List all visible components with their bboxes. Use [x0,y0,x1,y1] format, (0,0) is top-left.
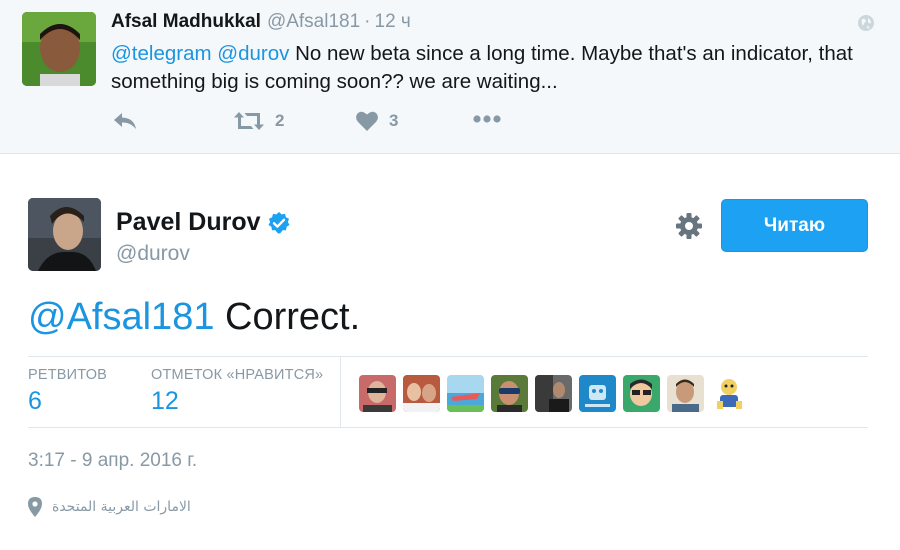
parent-tweet-text: @telegram @durov No new beta since a lon… [111,40,886,96]
main-author-avatar[interactable] [28,198,101,271]
main-author-handle[interactable]: @durov [116,242,190,266]
like-button[interactable]: 3 [355,110,398,132]
tweet-timestamp[interactable]: 3:17 - 9 апр. 2016 г. [28,450,197,472]
parent-tweet-header: Afsal Madhukkal @Afsal181 · 12 ч [111,11,411,33]
likes-label: ОТМЕТОК «НРАВИТСЯ» [151,367,324,383]
header-separator: · [364,11,371,32]
liker-avatar[interactable] [667,375,704,412]
liker-avatar[interactable] [711,375,748,412]
retweets-stat[interactable]: РЕТВИТОВ 6 [28,367,107,416]
mention-link[interactable]: @durov [217,42,289,65]
more-icon [473,115,501,123]
main-tweet-body: Correct. [225,296,361,338]
main-author-name[interactable]: Pavel Durov [116,208,261,237]
likers-avatars [359,375,748,412]
more-button[interactable] [472,114,502,124]
reply-icon [114,113,136,129]
parent-tweet-time[interactable]: 12 ч [375,11,411,32]
tweet-location[interactable]: الامارات العربية المتحدة [28,497,191,517]
stats-divider [340,357,341,427]
liker-avatar[interactable] [447,375,484,412]
gear-icon[interactable] [674,211,704,241]
globe-icon [858,15,874,31]
liker-avatar[interactable] [579,375,616,412]
main-tweet-text: @Afsal181 Correct. [28,294,360,340]
location-text: الامارات العربية المتحدة [52,499,191,515]
parent-author-avatar[interactable] [22,12,96,86]
retweets-value: 6 [28,387,42,415]
liker-avatar[interactable] [359,375,396,412]
verified-badge-icon [268,211,290,234]
liker-avatar[interactable] [535,375,572,412]
parent-tweet[interactable]: Afsal Madhukkal @Afsal181 · 12 ч @telegram … [0,0,900,154]
retweet-count: 2 [275,111,285,130]
like-count: 3 [389,111,399,130]
likes-value: 12 [151,387,179,415]
likes-stat[interactable]: ОТМЕТОК «НРАВИТСЯ» 12 [151,367,323,416]
reply-button[interactable] [112,110,138,132]
parent-author-handle[interactable]: @Afsal181 [267,11,360,32]
mention-link[interactable]: @telegram [111,42,212,65]
liker-avatar[interactable] [623,375,660,412]
main-author-name-row: Pavel Durov [116,208,291,237]
parent-tweet-actions: 2 3 [0,110,900,136]
liker-avatar[interactable] [403,375,440,412]
heart-icon [356,111,378,131]
tweet-stats: РЕТВИТОВ 6 ОТМЕТОК «НРАВИТСЯ» 12 [28,356,868,428]
location-pin-icon [28,497,42,517]
retweet-icon [234,112,264,130]
retweets-label: РЕТВИТОВ [28,367,108,383]
mention-link[interactable]: @Afsal181 [28,296,214,338]
retweet-button[interactable]: 2 [233,110,284,132]
follow-button[interactable]: Читаю [721,199,868,252]
parent-author-name[interactable]: Afsal Madhukkal [111,11,261,32]
liker-avatar[interactable] [491,375,528,412]
